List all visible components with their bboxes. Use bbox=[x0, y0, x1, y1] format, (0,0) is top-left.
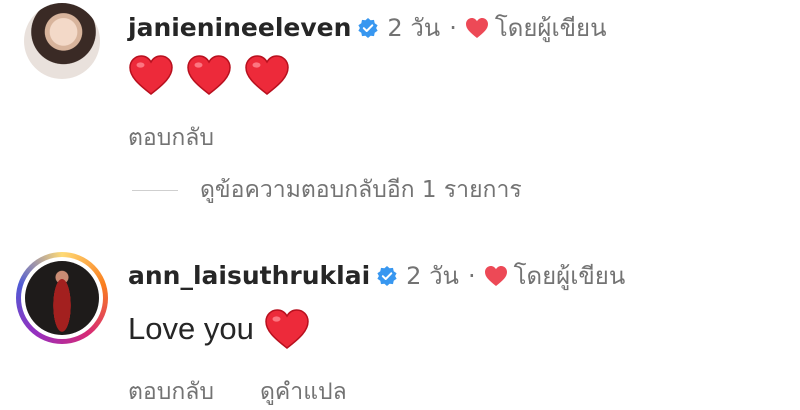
separator-dot: · bbox=[467, 261, 476, 290]
avatar-image bbox=[25, 261, 99, 335]
comment-header: janienineeleven 2 วัน · โดยผู้เขียน bbox=[128, 8, 607, 47]
liked-by-author-label: โดยผู้เขียน bbox=[513, 262, 626, 290]
username[interactable]: janienineeleven bbox=[128, 13, 351, 42]
username[interactable]: ann_laisuthruklai bbox=[128, 261, 370, 290]
avatar-janienineeleven[interactable] bbox=[24, 3, 100, 79]
verified-badge-icon bbox=[358, 17, 379, 38]
heart-icon bbox=[484, 265, 507, 286]
heart-emoji-icon bbox=[265, 309, 309, 349]
comment-actions: ตอบกลับ bbox=[128, 120, 214, 156]
comment-text: Love you bbox=[128, 311, 254, 346]
reply-button[interactable]: ตอบกลับ bbox=[128, 374, 214, 410]
comment-actions: ตอบกลับ ดูคำแปล bbox=[128, 374, 347, 410]
divider-line bbox=[132, 189, 178, 191]
comment-time: 2 วัน bbox=[406, 262, 459, 290]
reply-button[interactable]: ตอบกลับ bbox=[128, 120, 214, 156]
see-translation-button[interactable]: ดูคำแปล bbox=[260, 374, 347, 410]
verified-badge-icon bbox=[377, 265, 397, 286]
liked-by-author-label: โดยผู้เขียน bbox=[494, 14, 607, 42]
heart-emoji-icon bbox=[245, 55, 289, 95]
comment-body bbox=[128, 54, 302, 96]
avatar-ann_laisuthruklai[interactable] bbox=[16, 252, 108, 344]
comment-body: Love you bbox=[128, 308, 310, 350]
separator-dot: · bbox=[449, 13, 457, 42]
view-replies-label: ดูข้อความตอบกลับอีก 1 รายการ bbox=[200, 177, 522, 203]
comment-time: 2 วัน bbox=[387, 14, 441, 42]
heart-emoji-icon bbox=[129, 55, 173, 95]
heart-icon bbox=[465, 17, 488, 38]
avatar-image bbox=[24, 3, 100, 79]
view-replies-button[interactable]: ดูข้อความตอบกลับอีก 1 รายการ bbox=[128, 172, 522, 208]
comment-header: ann_laisuthruklai 2 วัน · โดยผู้เขียน bbox=[128, 256, 625, 295]
heart-emoji-icon bbox=[187, 55, 231, 95]
